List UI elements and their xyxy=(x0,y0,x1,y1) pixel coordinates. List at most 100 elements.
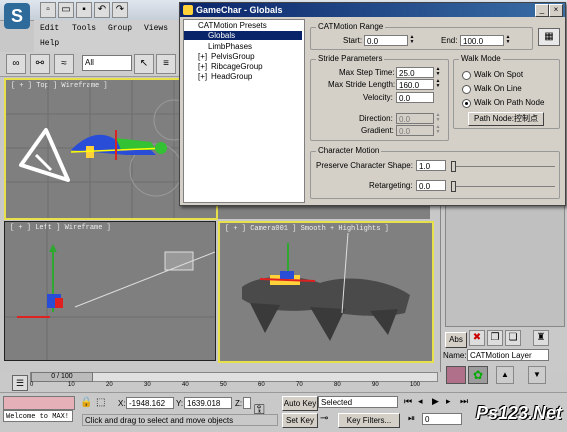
direction-spinner-icon[interactable]: ▲ ▼ xyxy=(435,113,441,124)
absolute-mode-icon[interactable]: ⬚ xyxy=(96,397,105,408)
max-stride-field[interactable]: 160.0 xyxy=(396,79,434,90)
layer-color-swatch[interactable] xyxy=(446,366,466,384)
retargeting-slider-thumb[interactable] xyxy=(451,181,456,192)
copy-layer-icon[interactable]: ❐ xyxy=(487,330,503,346)
select-object-icon[interactable]: ↖ xyxy=(134,54,154,74)
select-by-name-icon[interactable]: ≡ xyxy=(156,54,176,74)
menu-views[interactable]: Views xyxy=(144,24,168,33)
x-coordinate-field[interactable]: -1948.162 xyxy=(126,397,174,409)
new-file-icon[interactable]: ▫ xyxy=(40,2,56,18)
viewport-camera[interactable]: [ + ] Camera001 ] Smooth + Highlights ] xyxy=(218,221,434,363)
tree-item-globals[interactable]: Globals xyxy=(184,31,302,40)
layer-name-field[interactable]: CATMotion Layer xyxy=(467,349,549,361)
walk-on-path-node-label[interactable]: Walk On Path Node xyxy=(474,98,544,107)
viewport-left[interactable]: [ + ] Left ] Wireframe ] xyxy=(4,221,216,361)
bind-space-warp-icon[interactable]: ≈ xyxy=(54,54,74,74)
layer-list[interactable] xyxy=(445,205,565,327)
path-node-button[interactable]: Path Node:控制点 xyxy=(468,112,544,126)
end-field[interactable]: 100.0 xyxy=(460,35,504,46)
tree-expander-head[interactable]: [+] xyxy=(198,72,207,81)
layer-manager-icon[interactable]: ♜ xyxy=(533,330,549,346)
spreadsheet-icon[interactable]: ▦ xyxy=(538,28,560,46)
gradient-field[interactable]: 0.0 xyxy=(396,125,434,136)
tree-expander-pelvis[interactable]: [+] xyxy=(198,52,207,61)
start-spinner-icon[interactable]: ▲ ▼ xyxy=(409,35,415,46)
tick-20: 20 xyxy=(106,382,113,388)
retargeting-slider-track[interactable] xyxy=(451,186,555,187)
link-icon[interactable]: ∞ xyxy=(6,54,26,74)
walk-on-line-radio[interactable] xyxy=(462,85,471,94)
preserve-shape-slider-track[interactable] xyxy=(451,166,555,167)
tree-expander-ribcage[interactable]: [+] xyxy=(198,62,207,71)
previous-frame-icon[interactable]: ◂ xyxy=(418,396,423,407)
tree-root[interactable]: CATMotion Presets xyxy=(198,21,267,30)
timeline-ruler[interactable]: 0 10 20 30 40 50 60 70 80 90 100 xyxy=(30,382,436,392)
set-key-mode-icon[interactable]: ⊸ xyxy=(320,413,328,424)
menu-help[interactable]: Help xyxy=(40,39,59,48)
abs-button[interactable]: Abs xyxy=(445,332,467,348)
play-icon[interactable]: ▶ xyxy=(432,396,439,407)
next-frame-icon[interactable]: ▸ xyxy=(446,396,451,407)
motion-icon[interactable]: ✿ xyxy=(468,366,488,384)
preserve-shape-slider-thumb[interactable] xyxy=(451,161,456,172)
tree-item-ribcagegroup[interactable]: RibcageGroup xyxy=(211,62,263,71)
end-spinner-icon[interactable]: ▲ ▼ xyxy=(505,35,511,46)
go-to-start-icon[interactable]: ⏮ xyxy=(404,396,412,407)
unlink-icon[interactable]: ⚯ xyxy=(30,54,50,74)
tree-item-pelvisgroup[interactable]: PelvisGroup xyxy=(211,52,255,61)
arrow-down-icon[interactable]: ▼ xyxy=(528,366,546,384)
start-field[interactable]: 0.0 xyxy=(364,35,408,46)
retargeting-field[interactable]: 0.0 xyxy=(416,180,446,191)
delete-layer-icon[interactable]: ✖ xyxy=(469,330,485,346)
selection-filter-dropdown[interactable]: All xyxy=(82,55,132,71)
preset-tree[interactable]: CATMotion Presets Globals LimbPhases [+]… xyxy=(183,19,305,203)
max-step-field[interactable]: 25.0 xyxy=(396,67,434,78)
gradient-spinner-icon[interactable]: ▲ ▼ xyxy=(435,125,441,136)
app-logo-icon[interactable]: S xyxy=(4,3,30,29)
save-icon[interactable]: ▪ xyxy=(76,2,92,18)
status-bar: Welcome to MAX! 🔒 ⬚ X: -1948.162 Y: 1639… xyxy=(0,392,567,432)
lock-icon[interactable]: 🔒 xyxy=(80,397,92,408)
y-coordinate-field[interactable]: 1639.018 xyxy=(184,397,232,409)
max-step-spinner-icon[interactable]: ▲ ▼ xyxy=(435,67,441,78)
maxscript-mini-listener[interactable] xyxy=(3,396,75,410)
tree-item-limbphases[interactable]: LimbPhases xyxy=(208,42,252,51)
viewport-persp-partial[interactable] xyxy=(218,205,430,219)
walk-on-spot-label[interactable]: Walk On Spot xyxy=(474,70,523,79)
close-icon[interactable]: × xyxy=(549,4,563,17)
open-file-icon[interactable]: ▭ xyxy=(58,2,74,18)
time-slider-thumb[interactable]: 0 / 100 xyxy=(31,372,93,382)
auto-key-button[interactable]: Auto Key xyxy=(282,396,318,411)
redo-icon[interactable]: ↷ xyxy=(112,2,128,18)
current-frame-field[interactable]: 0 xyxy=(422,413,462,425)
minimize-icon[interactable]: _ xyxy=(535,4,549,17)
menu-group[interactable]: Group xyxy=(108,24,132,33)
walk-on-line-label[interactable]: Walk On Line xyxy=(474,84,522,93)
set-key-button[interactable]: Set Key xyxy=(282,413,318,428)
key-filters-button[interactable]: Key Filters... xyxy=(338,413,400,428)
menu-tools[interactable]: Tools xyxy=(72,24,96,33)
go-to-end-icon[interactable]: ⏭ xyxy=(460,396,468,407)
undo-icon[interactable]: ↶ xyxy=(94,2,110,18)
maxscript-listener[interactable]: Welcome to MAX! xyxy=(3,410,73,422)
time-slider[interactable]: 0 / 100 xyxy=(30,372,438,382)
direction-field[interactable]: 0.0 xyxy=(396,113,434,124)
arrow-up-icon[interactable]: ▲ xyxy=(496,366,514,384)
mini-curve-editor-icon[interactable]: ☰ xyxy=(12,375,28,391)
velocity-field[interactable]: 0.0 xyxy=(396,92,434,103)
range-group: CATMotion Range Start: 0.0 ▲ ▼ End: 100.0… xyxy=(310,22,533,50)
key-mode-icon[interactable]: ⏯ xyxy=(408,413,415,424)
paste-layer-icon[interactable]: ❏ xyxy=(505,330,521,346)
dialog-app-icon xyxy=(183,5,193,15)
tree-item-headgroup[interactable]: HeadGroup xyxy=(211,72,252,81)
z-coordinate-field[interactable] xyxy=(243,397,251,409)
walk-on-spot-radio[interactable] xyxy=(462,71,471,80)
max-stride-spinner-icon[interactable]: ▲ ▼ xyxy=(435,79,441,90)
menu-edit[interactable]: Edit xyxy=(40,24,59,33)
tick-10: 10 xyxy=(68,382,75,388)
selected-dropdown[interactable]: Selected xyxy=(318,396,398,408)
viewport-camera-scene xyxy=(242,232,410,341)
y-label: Y: xyxy=(176,399,184,408)
walk-on-path-node-radio[interactable] xyxy=(462,99,471,108)
preserve-shape-field[interactable]: 1.0 xyxy=(416,160,446,171)
